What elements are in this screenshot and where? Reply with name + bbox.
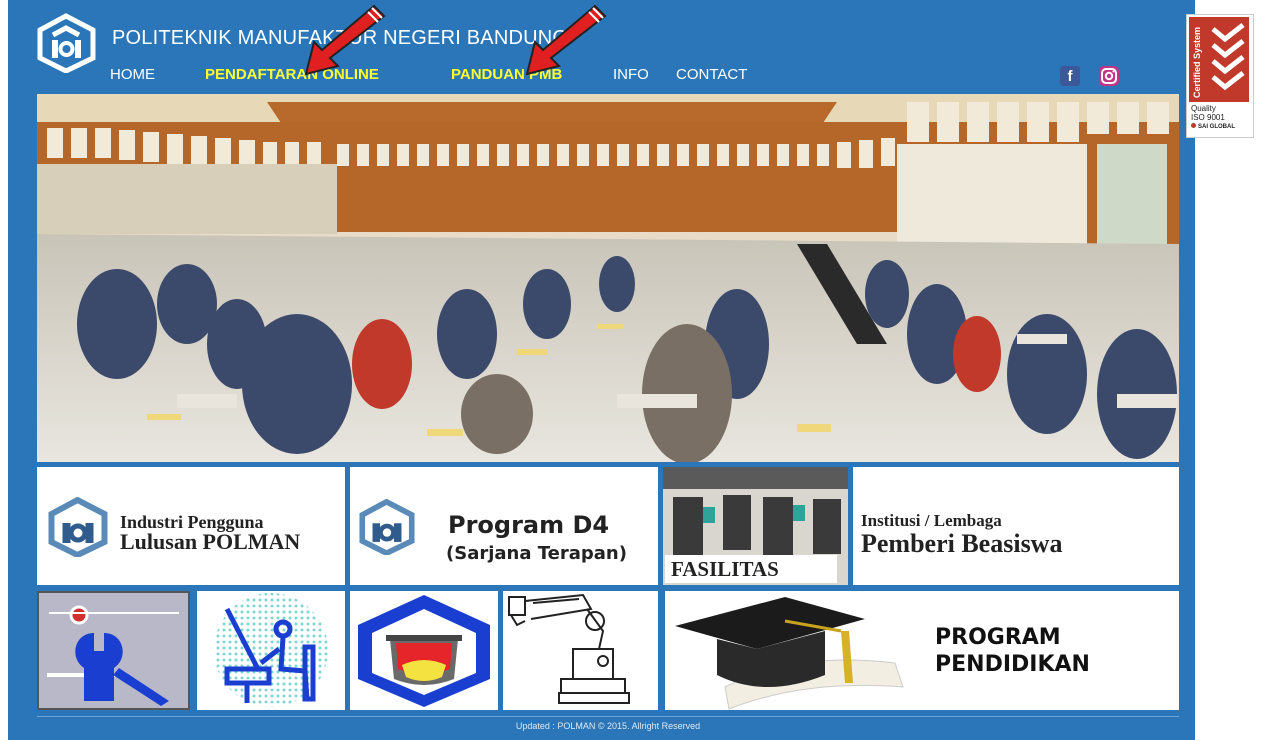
tile-pendidikan-line2: PENDIDIKAN xyxy=(935,652,1090,677)
polman-logo[interactable] xyxy=(35,13,98,73)
iso-badge-quality: Quality ISO 9001 xyxy=(1191,104,1225,122)
iso-badge-vertical-text: Certified System xyxy=(1192,26,1202,98)
red-arrow-icon xyxy=(304,4,386,76)
wrench-icon xyxy=(41,595,186,706)
nav-home[interactable]: HOME xyxy=(110,66,155,83)
tile-d4-line2: (Sarjana Terapan) xyxy=(446,543,627,564)
tile-foundry[interactable] xyxy=(350,591,498,710)
iso-quality-text: Quality xyxy=(1191,104,1216,113)
tile-industri-pengguna[interactable]: Industri Pengguna Lulusan POLMAN xyxy=(37,467,345,585)
graduation-cap-icon xyxy=(675,597,904,710)
tile-robot-arm[interactable] xyxy=(503,591,658,710)
tile-pemberi-beasiswa[interactable]: Institusi / Lembaga Pemberi Beasiswa xyxy=(853,467,1179,585)
tile-industri-line2: Lulusan POLMAN xyxy=(120,529,301,554)
tile-fasilitas-label: FASILITAS xyxy=(671,557,779,581)
tile-beasiswa-line1: Institusi / Lembaga xyxy=(861,511,1002,530)
hero-exam-hall-image xyxy=(37,94,1179,462)
polman-logo-icon xyxy=(48,497,108,557)
tile-wrench[interactable] xyxy=(37,591,190,710)
red-arrow-icon xyxy=(525,4,607,76)
tile-program-d4[interactable]: Program D4 (Sarjana Terapan) xyxy=(350,467,658,585)
tile-pendidikan-line1: PROGRAM xyxy=(935,625,1061,650)
check-marks-icon xyxy=(1211,23,1245,91)
iso-badge: Certified System Quality ISO 9001 SAI GL… xyxy=(1186,14,1254,138)
iso-9001-text: ISO 9001 xyxy=(1191,113,1225,122)
drafting-icon xyxy=(214,593,328,707)
iso-sai-global: SAI GLOBAL xyxy=(1191,123,1235,130)
facebook-icon[interactable]: f xyxy=(1060,66,1080,86)
nav-info[interactable]: INFO xyxy=(613,66,649,83)
foundry-ladle-icon xyxy=(358,595,490,707)
tile-fasilitas[interactable]: FASILITAS xyxy=(663,467,848,585)
robot-arm-icon xyxy=(508,593,630,704)
footer-text: Updated : POLMAN © 2015. Allright Reserv… xyxy=(515,721,701,731)
footer-divider xyxy=(37,716,1179,717)
tile-program-pendidikan[interactable]: PROGRAM PENDIDIKAN xyxy=(665,591,1179,710)
iso-badge-band: Certified System xyxy=(1189,17,1249,102)
tile-drafting[interactable] xyxy=(197,591,345,710)
instagram-icon[interactable] xyxy=(1098,65,1120,87)
tile-beasiswa-line2: Pemberi Beasiswa xyxy=(861,529,1063,558)
nav-contact[interactable]: CONTACT xyxy=(676,66,747,83)
polman-logo-icon xyxy=(359,499,415,555)
tile-d4-line1: Program D4 xyxy=(448,511,610,539)
